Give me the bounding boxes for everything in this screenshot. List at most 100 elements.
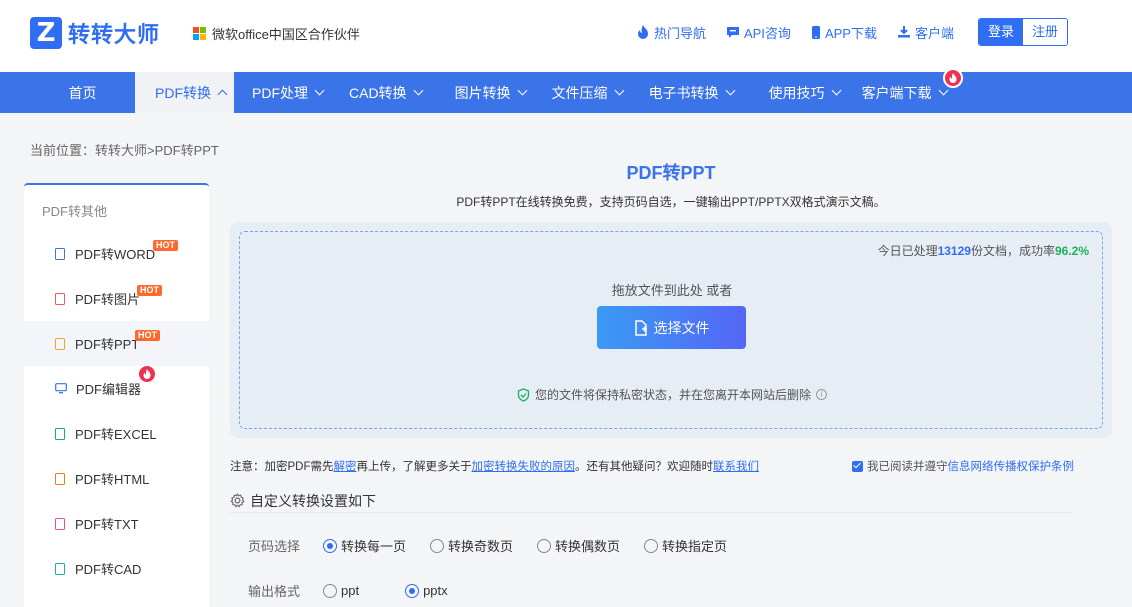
radio-dot [323,538,337,553]
top-header: Z 转转大师 微软office中国区合作伙伴 热门导航 API咨询 APP下载 … [0,0,1132,72]
sidebar-item-pdf-to-html[interactable]: PDF转HTML [24,456,209,501]
download-icon [897,26,910,38]
fire-icon [637,25,648,39]
radio-dot [323,583,337,598]
hot-badge: HOT [137,285,162,296]
nav-tips-label: 使用技巧 [768,84,825,101]
image-file-icon [55,292,65,305]
radio-specified-pages[interactable]: 转换指定页 [644,536,727,555]
sidebar-item-label: PDF转HTML [75,472,150,487]
chevron-up-icon [217,89,228,99]
word-file-icon [55,247,65,260]
radio-odd-pages[interactable]: 转换奇数页 [430,536,513,555]
contact-us-link[interactable]: 联系我们 [713,461,759,473]
radio-ppt[interactable]: ppt [323,583,359,598]
excel-file-icon [55,427,65,440]
nav-image-convert-label: 图片转换 [454,84,511,101]
app-download-label: APP下载 [824,25,877,41]
radio-label: 转换指定页 [662,539,728,554]
sidebar-item-label: PDF转PPT [75,337,140,352]
sidebar-item-pdf-to-word[interactable]: PDF转WORD HOT [24,231,209,276]
nav-image-convert[interactable]: 图片转换 [435,72,539,113]
radio-label: 转换偶数页 [555,539,621,554]
sidebar-item-pdf-to-cad[interactable]: PDF转CAD [24,546,209,591]
radio-dot [644,538,659,553]
sidebar-item-pdf-to-ppt[interactable]: PDF转PPT HOT [24,321,209,366]
chevron-down-icon [517,85,528,96]
nav-client-download[interactable]: 客户端下载 [853,68,963,113]
agree-text: 我已阅读并遵守 [867,461,948,473]
phone-icon [811,25,820,39]
nav-home-label: 首页 [68,84,97,101]
client-link[interactable]: 客户端 [897,18,954,46]
decrypt-link[interactable]: 解密 [334,461,357,473]
settings-heading: 自定义转换设置如下 [230,491,1072,513]
hot-nav-link[interactable]: 热门导航 [636,18,706,46]
main-nav: 首页 PDF转换 PDF处理 CAD转换 图片转换 文件压缩 电子书转换 使用技… [0,68,1132,113]
api-link[interactable]: API咨询 [726,18,791,46]
nav-home[interactable]: 首页 [30,72,135,113]
brand-name: 转转大师 [68,22,161,47]
gear-icon [230,493,245,508]
nav-client-download-label: 客户端下载 [861,84,932,101]
radio-label: ppt [341,583,360,598]
api-label: API咨询 [743,25,791,41]
fire-badge-icon [942,68,963,88]
encryption-failure-link[interactable]: 加密转换失败的原因 [472,461,576,473]
sidebar-item-label: PDF转WORD [75,247,156,262]
chevron-down-icon [614,85,625,96]
sidebar-item-pdf-editor[interactable]: PDF编辑器 [24,364,209,411]
stats-prefix: 今日已处理 [877,244,938,258]
hot-nav-label: 热门导航 [653,25,706,41]
nav-ebook-convert[interactable]: 电子书转换 [636,72,747,113]
radio-label: 转换每一页 [341,539,407,554]
sidebar: PDF转其他 PDF转WORD HOT PDF转图片 HOT PDF转PPT H… [24,183,209,607]
nav-file-compress-label: 文件压缩 [551,84,608,101]
radio-label: 转换奇数页 [448,539,514,554]
nav-cad-convert-label: CAD转换 [349,84,407,101]
chevron-down-icon [413,85,424,96]
login-button[interactable]: 登录 [978,19,1023,45]
radio-label: pptx [423,583,448,598]
nav-pdf-process-label: PDF处理 [252,84,308,101]
page-selection-row: 页码选择 转换每一页 转换奇数页 转换偶数页 转换指定页 [248,536,751,555]
radio-pptx[interactable]: pptx [405,583,448,598]
choose-file-label: 选择文件 [653,319,710,336]
notice-text-1: 注意：加密PDF需先 [230,461,334,473]
radio-dot [430,538,445,553]
choose-file-button[interactable]: 选择文件 [597,306,746,349]
chat-icon [726,26,739,38]
fire-badge-icon [137,364,157,384]
sidebar-item-pdf-to-txt[interactable]: PDF转TXT [24,501,209,546]
ppt-file-icon [55,337,65,350]
sidebar-item-pdf-to-image[interactable]: PDF转图片 HOT [24,276,209,321]
nav-pdf-process[interactable]: PDF处理 [234,72,336,113]
output-format-row: 输出格式 ppt pptx [248,581,472,600]
app-download-link[interactable]: APP下载 [811,18,877,46]
radio-even-pages[interactable]: 转换偶数页 [537,536,620,555]
regulation-link[interactable]: 信息网络传播权保护条例 [948,458,1075,474]
nav-pdf-convert[interactable]: PDF转换 [135,72,234,113]
sidebar-item-pdf-to-excel[interactable]: PDF转EXCEL [24,411,209,456]
settings-title: 自定义转换设置如下 [250,493,376,509]
nav-cad-convert[interactable]: CAD转换 [336,72,435,113]
nav-tips[interactable]: 使用技巧 [747,72,853,113]
chevron-down-icon [725,85,736,96]
agreement: 我已阅读并遵守 信息网络传播权保护条例 [852,458,1074,474]
register-button[interactable]: 注册 [1022,19,1067,45]
agree-checkbox[interactable] [852,460,863,472]
radio-every-page[interactable]: 转换每一页 [323,536,406,555]
page-selection-label: 页码选择 [248,539,301,554]
radio-dot [537,538,552,553]
stats-mid: 份文档，成功率 [970,244,1055,258]
nav-pdf-convert-label: PDF转换 [155,84,211,101]
sidebar-heading: PDF转其他 [42,204,108,219]
privacy-note: 您的文件将保持私密状态，并在您离开本网站后删除 i [240,386,1104,403]
file-dropzone[interactable]: 今日已处理13129份文档，成功率96.2% 拖放文件到此处 或者 选择文件 您… [239,231,1103,429]
notice-text-2: 再上传，了解更多关于 [356,461,472,473]
html-file-icon [55,472,65,485]
brand-logo[interactable]: Z 转转大师 [30,17,160,49]
info-icon[interactable]: i [816,389,827,400]
nav-file-compress[interactable]: 文件压缩 [539,72,636,113]
notice-text-3: 。还有其他疑问？欢迎随时 [575,461,713,473]
